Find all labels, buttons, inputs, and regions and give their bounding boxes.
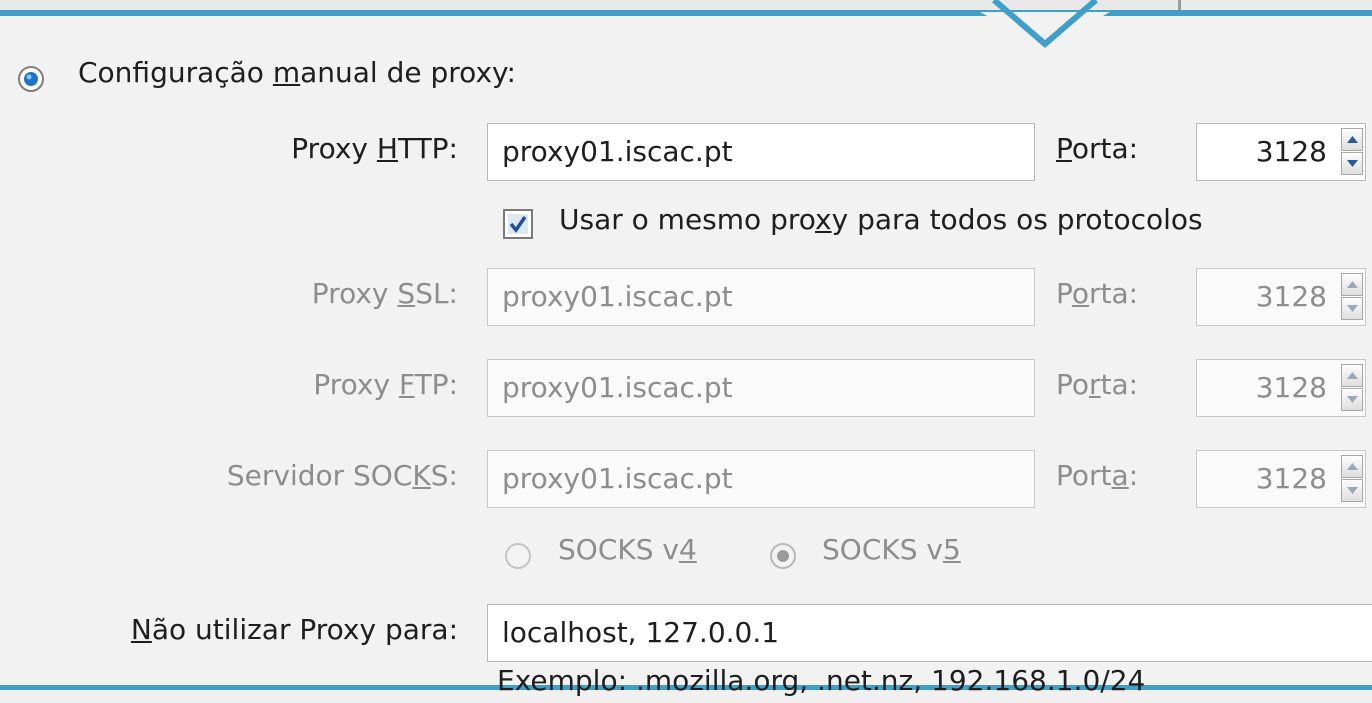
no-proxy-label: Não utilizar Proxy para: <box>130 613 458 646</box>
http-port-spinner[interactable] <box>1341 128 1365 176</box>
ssl-proxy-label: Proxy SSL: <box>311 277 458 310</box>
spinner-up-icon[interactable] <box>1341 128 1363 151</box>
spinner-up-icon[interactable] <box>1341 455 1363 478</box>
socks-v4-label: SOCKS v4 <box>558 533 697 566</box>
ssl-port-label: Porta: <box>1056 277 1139 310</box>
socks-server-label: Servidor SOCKS: <box>226 459 458 492</box>
manual-proxy-label: Configuração manual de proxy: <box>78 56 516 89</box>
ssl-proxy-input[interactable]: proxy01.iscac.pt <box>487 268 1035 326</box>
ftp-port-label: Porta: <box>1056 368 1139 401</box>
spinner-down-icon[interactable] <box>1341 388 1363 411</box>
ssl-port-spinner[interactable] <box>1341 273 1365 321</box>
same-proxy-checkbox[interactable] <box>503 209 533 239</box>
ssl-port-input[interactable]: 3128 <box>1196 268 1366 326</box>
socks-port-label: Porta: <box>1056 459 1139 492</box>
spinner-down-icon[interactable] <box>1341 152 1363 175</box>
socks-port-spinner[interactable] <box>1341 455 1365 503</box>
http-port-label: Porta: <box>1056 132 1139 165</box>
spinner-up-icon[interactable] <box>1341 273 1363 296</box>
http-port-input[interactable]: 3128 <box>1196 123 1366 181</box>
proxy-settings-panel: Configuração manual de proxy: Proxy HTTP… <box>0 10 1372 697</box>
ftp-proxy-label: Proxy FTP: <box>313 368 458 401</box>
no-proxy-example: Exemplo: .mozilla.org, .net.nz, 192.168.… <box>497 664 1146 697</box>
spinner-up-icon[interactable] <box>1341 364 1363 387</box>
socks-v5-label: SOCKS v5 <box>822 533 961 566</box>
no-proxy-input[interactable]: localhost, 127.0.0.1 <box>487 604 1372 662</box>
http-proxy-input[interactable]: proxy01.iscac.pt <box>487 123 1035 181</box>
socks-server-input[interactable]: proxy01.iscac.pt <box>487 450 1035 508</box>
same-proxy-label: Usar o mesmo proxy para todos os protoco… <box>559 203 1203 236</box>
manual-proxy-radio[interactable] <box>16 64 46 94</box>
ftp-proxy-input[interactable]: proxy01.iscac.pt <box>487 359 1035 417</box>
ftp-port-spinner[interactable] <box>1341 364 1365 412</box>
socks-v4-radio[interactable] <box>503 541 533 571</box>
http-proxy-label: Proxy HTTP: <box>291 132 458 165</box>
spinner-down-icon[interactable] <box>1341 297 1363 320</box>
spinner-down-icon[interactable] <box>1341 479 1363 502</box>
chevron-pointer-icon <box>980 0 1110 48</box>
socks-port-input[interactable]: 3128 <box>1196 450 1366 508</box>
socks-v5-radio[interactable] <box>768 541 798 571</box>
ftp-port-input[interactable]: 3128 <box>1196 359 1366 417</box>
